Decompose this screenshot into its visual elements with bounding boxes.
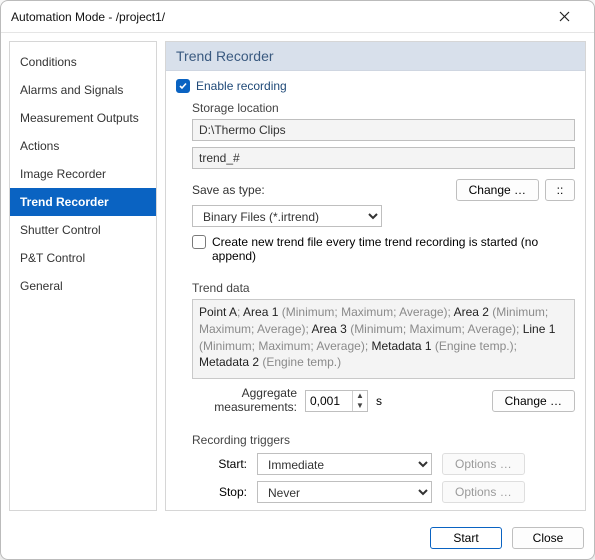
main-panel: Trend Recorder Enable recording Storage … [165, 41, 586, 511]
save-as-type-select[interactable]: Binary Files (*.irtrend) [192, 205, 382, 227]
close-button[interactable]: Close [512, 527, 584, 549]
aggregate-value-input[interactable] [306, 391, 352, 411]
sidebar: ConditionsAlarms and SignalsMeasurement … [9, 41, 157, 511]
sidebar-item-general[interactable]: General [10, 272, 156, 300]
trend-data-change-button[interactable]: Change … [492, 390, 575, 412]
stop-trigger-select[interactable]: Never [257, 481, 432, 503]
dialog-footer: Start Close [1, 519, 594, 559]
trend-data-segment: Area 1 [243, 305, 278, 319]
start-options-button: Options … [442, 453, 525, 475]
save-as-type-label: Save as type: [192, 183, 265, 197]
start-button[interactable]: Start [430, 527, 502, 549]
aggregate-unit: s [376, 394, 382, 408]
enable-recording-row: Enable recording [176, 79, 575, 93]
stop-options-button: Options … [442, 481, 525, 503]
spinner-arrows[interactable]: ▲ ▼ [352, 391, 367, 411]
sidebar-item-alarms-and-signals[interactable]: Alarms and Signals [10, 76, 156, 104]
storage-browse-button[interactable]: :: [545, 179, 575, 201]
trend-data-segment: Area 3 [312, 322, 347, 336]
create-new-file-checkbox[interactable] [192, 235, 206, 249]
trend-data-box: Point A; Area 1 (Minimum; Maximum; Avera… [192, 299, 575, 379]
trend-data-segment: Area 2 [454, 305, 489, 319]
trend-data-segment: (Engine temp.); [432, 339, 517, 353]
start-trigger-label: Start: [192, 457, 247, 471]
trend-data-segment: Metadata 1 [371, 339, 431, 353]
sidebar-item-measurement-outputs[interactable]: Measurement Outputs [10, 104, 156, 132]
trend-data-legend: Trend data [192, 281, 575, 295]
aggregate-spinner[interactable]: ▲ ▼ [305, 390, 368, 412]
window-title: Automation Mode - /project1/ [11, 10, 544, 24]
trend-data-segment: Point A [199, 305, 237, 319]
start-trigger-select[interactable]: Immediate [257, 453, 432, 475]
sidebar-item-conditions[interactable]: Conditions [10, 48, 156, 76]
sidebar-item-image-recorder[interactable]: Image Recorder [10, 160, 156, 188]
trend-data-group: Trend data Point A; Area 1 (Minimum; Max… [192, 281, 575, 419]
spinner-down-icon[interactable]: ▼ [353, 401, 367, 411]
content-area: ConditionsAlarms and SignalsMeasurement … [1, 33, 594, 519]
recording-triggers-legend: Recording triggers [192, 433, 575, 447]
stop-trigger-label: Stop: [192, 485, 247, 499]
enable-recording-checkbox[interactable] [176, 79, 190, 93]
panel-body: Enable recording Storage location Save a… [166, 71, 585, 510]
storage-group: Storage location Save as type: Change … … [192, 101, 575, 267]
recording-triggers-group: Recording triggers Start: Immediate Opti… [192, 433, 575, 507]
storage-change-button[interactable]: Change … [456, 179, 539, 201]
create-new-file-label: Create new trend file every time trend r… [212, 235, 542, 263]
trend-data-segment: (Minimum; Maximum; Average); [278, 305, 453, 319]
trend-data-segment: Line 1 [523, 322, 556, 336]
trend-data-segment: (Minimum; Maximum; Average); [347, 322, 523, 336]
checkmark-icon [178, 81, 188, 91]
close-window-button[interactable] [544, 5, 584, 29]
trend-data-segment: Metadata 2 [199, 355, 259, 369]
sidebar-item-actions[interactable]: Actions [10, 132, 156, 160]
aggregate-label: Aggregate measurements: [192, 387, 297, 415]
titlebar: Automation Mode - /project1/ [1, 1, 594, 33]
storage-filename-input[interactable] [192, 147, 575, 169]
trend-data-segment: (Minimum; Maximum; Average); [199, 339, 371, 353]
sidebar-item-trend-recorder[interactable]: Trend Recorder [10, 188, 156, 216]
close-icon [559, 11, 570, 22]
storage-folder-input[interactable] [192, 119, 575, 141]
trend-data-segment: (Engine temp.) [259, 355, 341, 369]
storage-legend: Storage location [192, 101, 575, 115]
sidebar-item-p-t-control[interactable]: P&T Control [10, 244, 156, 272]
panel-title: Trend Recorder [166, 42, 585, 71]
spinner-up-icon[interactable]: ▲ [353, 391, 367, 401]
sidebar-item-shutter-control[interactable]: Shutter Control [10, 216, 156, 244]
enable-recording-label: Enable recording [196, 79, 287, 93]
